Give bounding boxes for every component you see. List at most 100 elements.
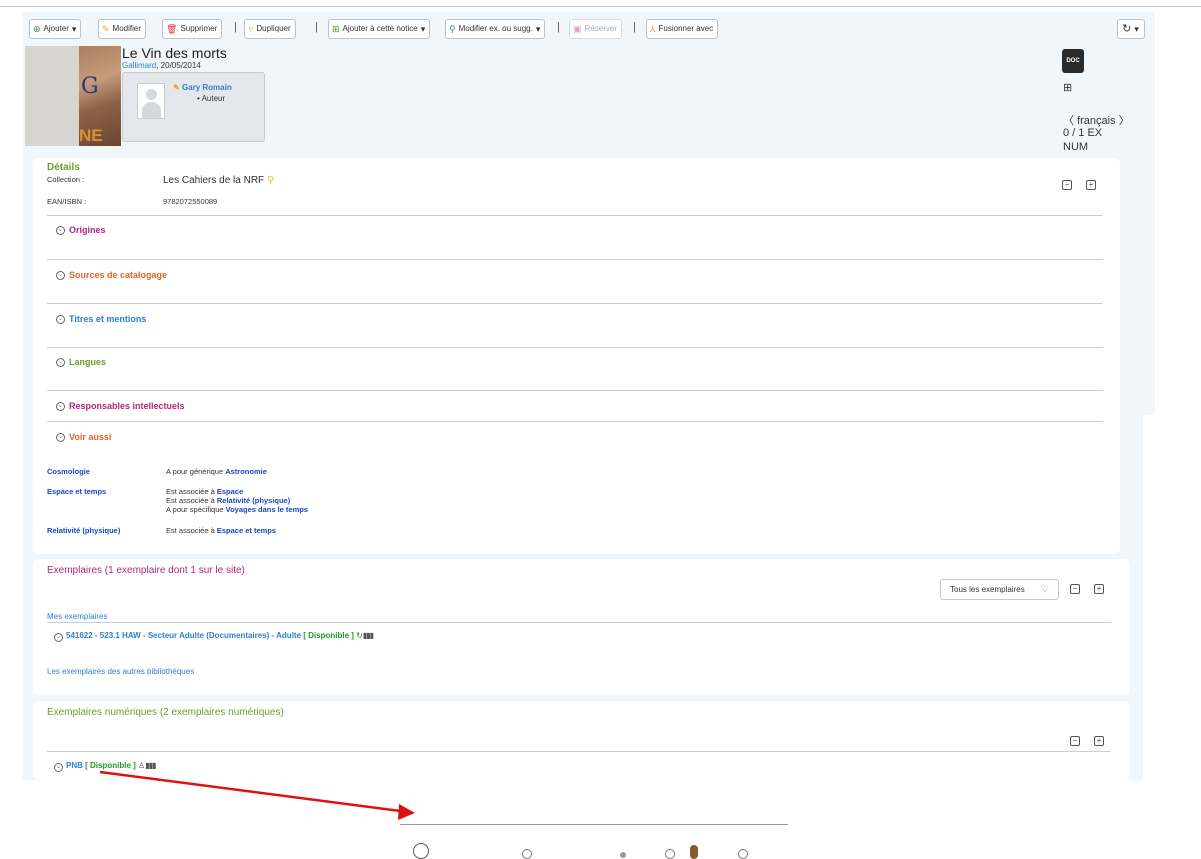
section-titles[interactable]: ⌄ Titres et mentions (56, 314, 146, 324)
digital-heading: Exemplaires numériques (2 exemplaires nu… (47, 707, 284, 718)
see-also-term-espace[interactable]: Espace et temps (47, 487, 106, 496)
add-square-icon: ⊞ (332, 23, 340, 34)
see-also-relation: Est associée à Relativité (physique) (166, 496, 291, 505)
history-button[interactable]: ↻ ▾ (1117, 19, 1145, 39)
pencil-icon: ✎ (173, 83, 180, 92)
copy-item[interactable]: ⌄ 541622 - 523.1 HAW - Secteur Adulte (Do… (54, 631, 374, 642)
language-switcher[interactable]: 〈 français 〉 (1063, 112, 1130, 128)
merge-button[interactable]: ⅄ Fusionner avec (646, 19, 719, 39)
chevron-down-icon: ⌄ (56, 314, 65, 324)
copies-filter-select[interactable]: Tous les exemplaires ♡ (940, 579, 1059, 600)
cover-bottom-text: NE (79, 126, 103, 145)
author-card[interactable]: ✎ Gary Romain • Auteur (122, 72, 265, 142)
toolbar-separator: | (557, 21, 560, 33)
calendar-icon: ▣ (573, 23, 582, 34)
pencil-icon: ✎ (102, 23, 110, 34)
section-languages[interactable]: ⌄ Langues (56, 357, 106, 367)
top-border (0, 6, 1201, 7)
see-also-relation: A pour spécifique Voyages dans le temps (166, 505, 309, 514)
divider (47, 303, 1103, 304)
caret-down-icon: ▾ (420, 23, 426, 34)
see-also-link[interactable]: Relativité (physique) (217, 496, 290, 505)
see-also-link[interactable]: Espace et temps (217, 526, 276, 535)
collapse-all-button[interactable]: − (1070, 584, 1080, 594)
add-button[interactable]: ⊕ Ajouter ▾ (29, 19, 82, 39)
search-icon: ⚲ (449, 23, 456, 34)
copies-count: 0 / 1 EX (1063, 127, 1103, 139)
edit-ex-button[interactable]: ⚲ Modifier ex. ou sugg. ▾ (445, 19, 546, 39)
avatar-head-icon (146, 89, 157, 100)
delete-label: Supprimer (180, 24, 218, 33)
author-role: • Auteur (197, 94, 226, 103)
toolbar-separator: | (315, 21, 318, 33)
bottom-fragment-icon (690, 845, 698, 859)
isbn-value: 9782072550089 (163, 197, 218, 206)
bottom-fragment-icon (413, 843, 429, 859)
delete-button[interactable]: 🗑 Supprimer (162, 19, 223, 39)
add-label: Ajouter (43, 24, 69, 33)
author-name[interactable]: ✎ Gary Romain (173, 83, 232, 92)
collection-value: Les Cahiers de la NRF ⚲ (163, 175, 275, 186)
see-also-link[interactable]: Voyages dans le temps (226, 505, 308, 514)
edit-ex-label: Modifier ex. ou sugg. (458, 24, 533, 33)
record-title: Le Vin des morts (122, 45, 227, 61)
heart-icon: ♡ (1040, 584, 1049, 594)
stats-icon[interactable]: ▮▮▮ (145, 761, 156, 770)
caret-down-icon: ▾ (71, 23, 77, 34)
reserve-label: Réserver (584, 24, 617, 33)
publication-date: , 20/05/2014 (156, 61, 201, 70)
section-sources[interactable]: ⌄ Sources de catalogage (56, 270, 167, 280)
cover-image: G NE (79, 46, 121, 146)
toolbar-separator: | (234, 21, 237, 33)
caret-down-icon: ▾ (535, 23, 541, 34)
duplicate-button[interactable]: ⑂ Dupliquer (244, 19, 296, 39)
chevron-down-icon: ⌄ (56, 225, 65, 235)
expand-all-button[interactable]: + (1094, 736, 1104, 746)
stats-icon[interactable]: ▮▮▮ (363, 631, 374, 640)
divider (47, 622, 1111, 623)
bottom-fragment-icon (665, 849, 675, 859)
add-to-record-label: Ajouter à cette notice (342, 24, 418, 33)
book-icon: ⊞ (1063, 82, 1073, 94)
other-libraries-link[interactable]: Les exemplaires des autres bibliothèques (47, 667, 194, 676)
search-icon[interactable]: ⚲ (267, 175, 274, 186)
bottom-fragment-icon (522, 849, 532, 859)
see-also-term-relativite[interactable]: Relativité (physique) (47, 526, 120, 535)
bottom-divider (400, 824, 788, 825)
expand-all-button[interactable]: + (1086, 180, 1096, 190)
copy-item-text: 541622 - 523.1 HAW - Secteur Adulte (Doc… (66, 631, 302, 640)
collapse-all-button[interactable]: − (1070, 736, 1080, 746)
section-responsables[interactable]: ⌄ Responsables intellectuels (56, 401, 185, 411)
history-icon[interactable]: ↻ (356, 631, 363, 640)
divider (47, 259, 1103, 260)
see-also-link[interactable]: Astronomie (225, 467, 267, 476)
chevron-down-icon: ⌄ (54, 633, 63, 642)
cover-letter: G (81, 74, 99, 99)
trash-icon: 🗑 (166, 23, 178, 34)
expand-all-button[interactable]: + (1094, 584, 1104, 594)
toolbar-separator: | (633, 21, 636, 33)
see-also-term-cosmologie[interactable]: Cosmologie (47, 467, 90, 476)
chevron-down-icon: ⌄ (54, 763, 63, 772)
branch-icon: ⑂ (248, 23, 254, 34)
details-heading: Détails (47, 162, 80, 173)
my-copies-label: Mes exemplaires (47, 612, 108, 621)
chevron-down-icon: ⌄ (56, 401, 65, 411)
digital-item-label: PNB (66, 761, 83, 770)
add-to-record-button[interactable]: ⊞ Ajouter à cette notice ▾ (328, 19, 431, 39)
chevron-down-icon: ⌄ (56, 357, 65, 367)
section-see-also[interactable]: ⌄ Voir aussi (56, 432, 111, 442)
divider (47, 751, 1111, 752)
reserve-button[interactable]: ▣ Réserver (569, 19, 622, 39)
see-also-relation: Est associée à Espace (166, 487, 244, 496)
edit-button[interactable]: ✎ Modifier (98, 19, 146, 39)
num-label: NUM (1063, 141, 1089, 153)
publisher-link[interactable]: Gallimard (122, 61, 156, 70)
digital-item[interactable]: ⌄ PNB [ Disponible ] ♙▮▮▮ (54, 761, 156, 772)
collapse-all-button[interactable]: − (1062, 180, 1072, 190)
see-also-relation: Est associée à Espace et temps (166, 526, 277, 535)
section-origins[interactable]: ⌄ Origines (56, 225, 106, 235)
see-also-link[interactable]: Espace (217, 487, 243, 496)
chevron-down-icon: ⌄ (56, 432, 65, 442)
record-publication: Gallimard, 20/05/2014 (122, 61, 201, 70)
